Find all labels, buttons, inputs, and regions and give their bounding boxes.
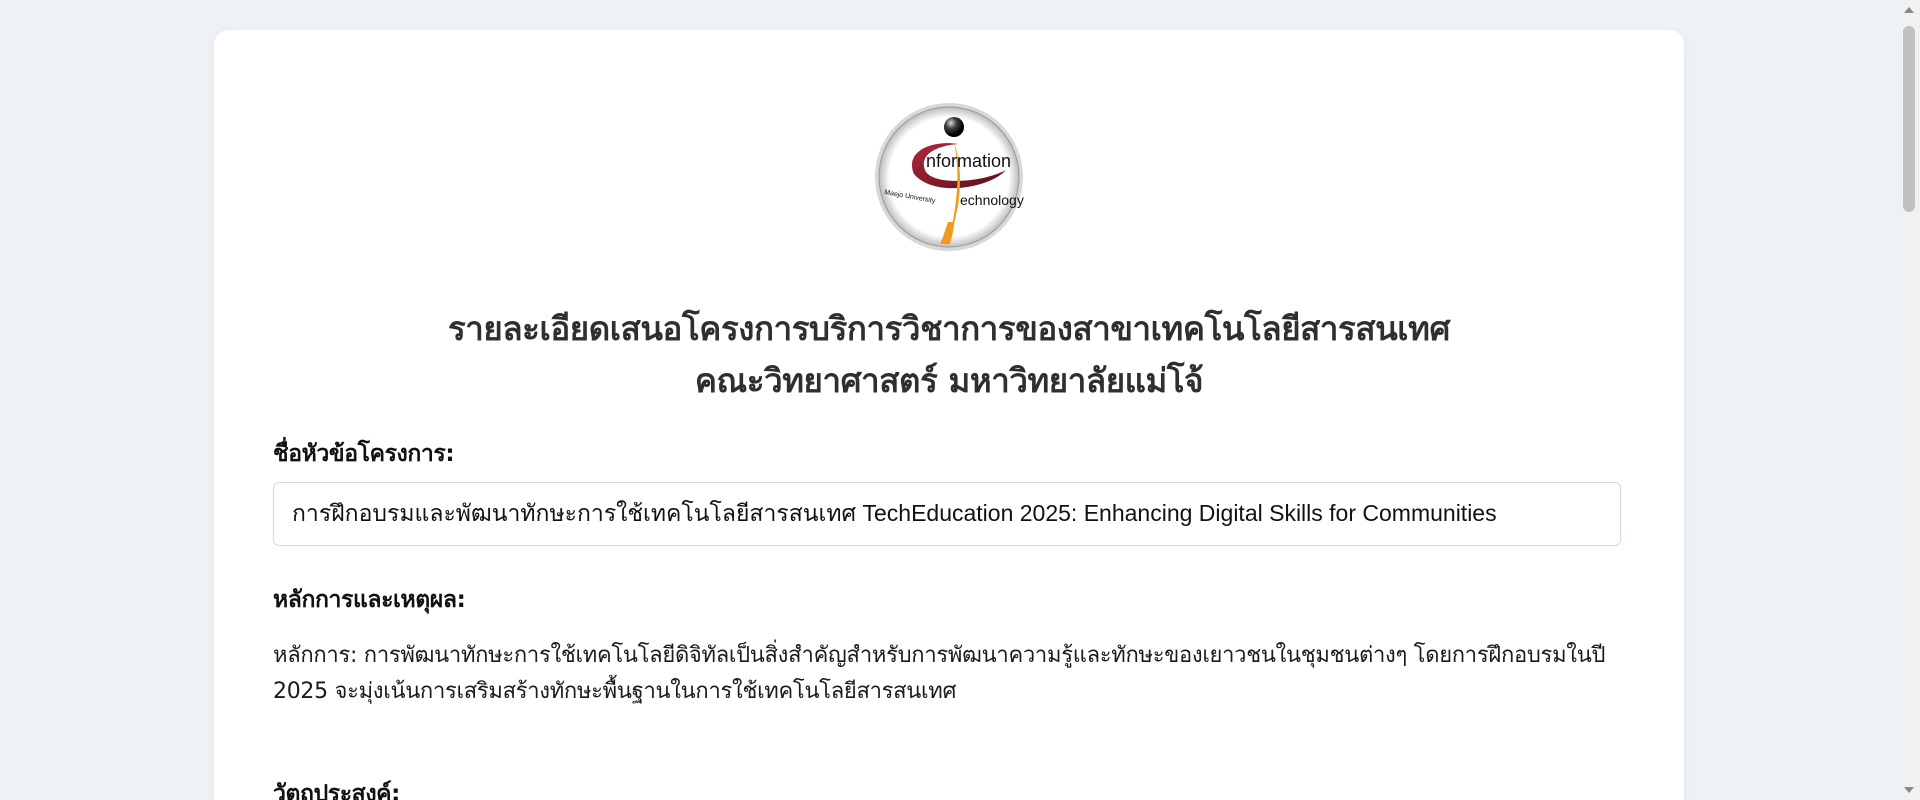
logo-text-information: nformation xyxy=(926,151,1011,171)
logo-text-technology: echnology xyxy=(960,192,1024,208)
page-title-line2: คณะวิทยาศาสตร์ มหาวิทยาลัยแม่โจ้ xyxy=(694,361,1204,400)
it-department-logo-icon: nformation echnology Maejo University xyxy=(875,103,1024,251)
page-title-line1: รายละเอียดเสนอโครงการบริการวิชาการของสาข… xyxy=(447,309,1451,348)
vertical-scrollbar[interactable] xyxy=(1898,0,1920,800)
proposal-card: nformation echnology Maejo University รา… xyxy=(214,30,1684,800)
scroll-down-arrow-icon[interactable] xyxy=(1898,780,1920,800)
rationale-label: หลักการและเหตุผล: xyxy=(273,587,466,613)
project-name-label: ชื่อหัวข้อโครงการ: xyxy=(273,441,455,467)
scroll-up-arrow-icon[interactable] xyxy=(1898,0,1920,20)
rationale-text: หลักการ: การพัฒนาทักษะการใช้เทคโนโลยีดิจ… xyxy=(273,643,1606,704)
objectives-label: วัตถุประสงค์: xyxy=(273,781,400,800)
scrollbar-thumb[interactable] xyxy=(1903,26,1915,212)
project-name-field[interactable] xyxy=(273,482,1621,546)
page: nformation echnology Maejo University รา… xyxy=(0,0,1898,800)
